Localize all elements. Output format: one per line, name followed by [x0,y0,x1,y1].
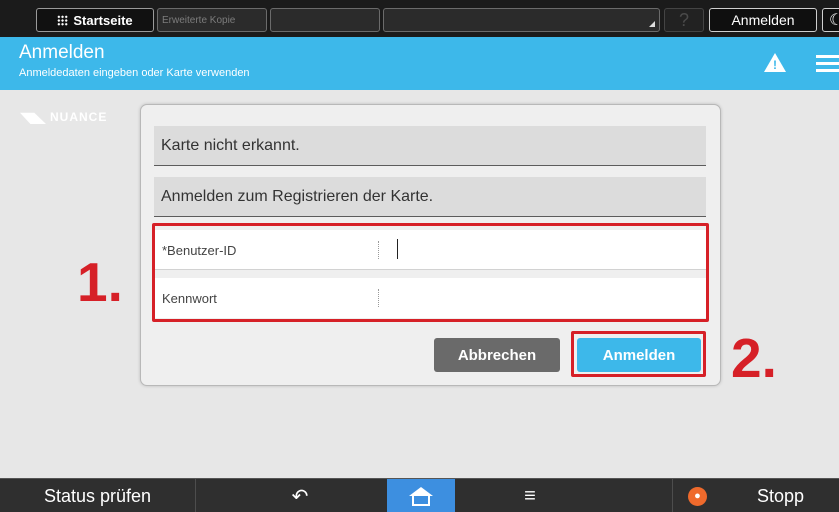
step-1-label: 1. [77,251,123,313]
stop-circle-icon: ● [688,486,707,506]
step-2-label: 2. [731,327,777,389]
moon-icon: ☾ [829,12,839,29]
page-title: Anmelden [19,42,105,63]
nuance-logo: NUANCE [20,109,107,125]
menu-button[interactable]: ≡ [500,479,560,512]
stop-label: Stopp [756,485,805,506]
cancel-button[interactable]: Abbrechen [434,338,560,372]
advanced-copy-label: Erweiterte Kopie [162,14,236,26]
top-login-button[interactable]: Anmelden [709,8,817,32]
register-card-message: Anmelden zum Registrieren der Karte. [154,177,706,217]
home-button-label: Startseite [73,12,133,28]
bottom-bar: Status prüfen ↶ ≡ ● Stopp [0,478,839,512]
empty-tab[interactable] [270,8,380,32]
check-status-label: Status prüfen [43,485,152,506]
nuance-logo-text: NUANCE [50,110,108,124]
fields-highlight-box [152,223,709,322]
energy-saver-button[interactable]: ☾ [822,8,839,32]
advanced-copy-tab[interactable]: Erweiterte Kopie [157,8,267,32]
help-icon: ? [678,9,689,30]
menu-lines-icon: ≡ [524,484,536,507]
home-nav-button[interactable] [387,479,455,512]
page-header: Anmelden Anmeldedaten eingeben oder Kart… [0,37,839,90]
stop-indicator[interactable]: ● [672,479,722,512]
apps-grid-icon [57,14,69,26]
info-field [383,8,660,32]
check-status-button[interactable]: Status prüfen [0,479,196,512]
home-button[interactable]: Startseite [36,8,154,32]
top-bar: Startseite Erweiterte Kopie ? Anmelden ☾ [0,0,839,37]
help-button[interactable]: ? [664,8,704,32]
back-arrow-icon: ↶ [291,485,309,508]
login-button-highlight-box [571,331,706,377]
hamburger-menu-icon[interactable] [816,55,839,73]
page-subtitle: Anmeldedaten eingeben oder Karte verwend… [19,67,250,79]
back-button[interactable]: ↶ [270,479,330,512]
home-icon-body [412,495,430,506]
resize-corner-icon [649,21,655,27]
stop-button[interactable]: Stopp [722,479,839,512]
top-login-label: Anmelden [731,12,795,28]
card-not-recognized-message: Karte nicht erkannt. [154,126,706,166]
warning-exclamation-icon: ! [773,58,777,72]
nuance-logo-mark-icon [20,112,46,124]
